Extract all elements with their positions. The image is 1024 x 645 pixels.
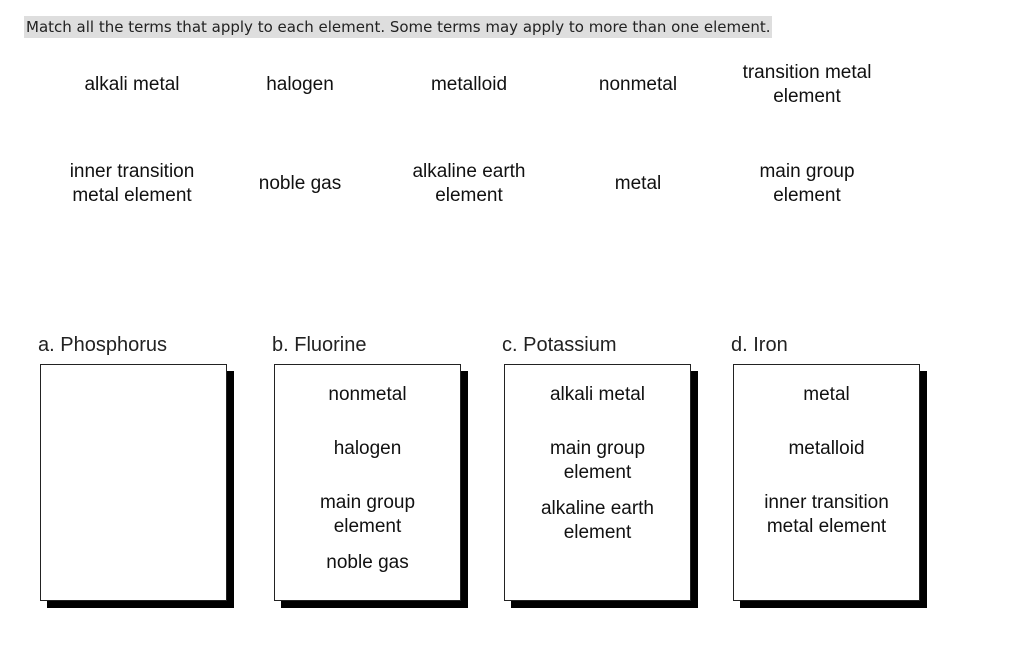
term-metalloid[interactable]: metalloid: [389, 73, 549, 97]
term-metal[interactable]: metal: [558, 172, 718, 196]
drop-box[interactable]: alkali metal main group element alkaline ea…: [504, 364, 691, 601]
drop-box[interactable]: metal metalloid inner transition metal elem…: [733, 364, 920, 601]
target-label: d. Iron: [731, 334, 788, 356]
placed-term[interactable]: main group element: [505, 437, 690, 485]
term-nonmetal[interactable]: nonmetal: [558, 73, 718, 97]
placed-term[interactable]: main group element: [275, 491, 460, 539]
term-alkali-metal[interactable]: alkali metal: [52, 73, 212, 97]
target-label: a. Phosphorus: [38, 334, 167, 356]
placed-term[interactable]: alkaline earth element: [505, 497, 690, 545]
target-label: b. Fluorine: [272, 334, 367, 356]
drop-box[interactable]: nonmetal halogen main group element noble ga…: [274, 364, 461, 601]
placed-term[interactable]: noble gas: [275, 551, 460, 575]
target-label: c. Potassium: [502, 334, 617, 356]
drop-box[interactable]: [40, 364, 227, 601]
placed-term[interactable]: nonmetal: [275, 383, 460, 407]
term-alkaline-earth-element[interactable]: alkaline earth element: [389, 160, 549, 208]
instructions: Match all the terms that apply to each e…: [24, 16, 773, 38]
placed-term[interactable]: halogen: [275, 437, 460, 461]
term-transition-metal-element[interactable]: transition metal element: [727, 61, 887, 109]
term-inner-transition-metal-element[interactable]: inner transition metal element: [52, 160, 212, 208]
placed-term[interactable]: metal: [734, 383, 919, 407]
term-halogen[interactable]: halogen: [220, 73, 380, 97]
placed-term[interactable]: metalloid: [734, 437, 919, 461]
term-main-group-element[interactable]: main group element: [727, 160, 887, 208]
term-noble-gas[interactable]: noble gas: [220, 172, 380, 196]
placed-term[interactable]: alkali metal: [505, 383, 690, 407]
placed-term[interactable]: inner transition metal element: [734, 491, 919, 539]
